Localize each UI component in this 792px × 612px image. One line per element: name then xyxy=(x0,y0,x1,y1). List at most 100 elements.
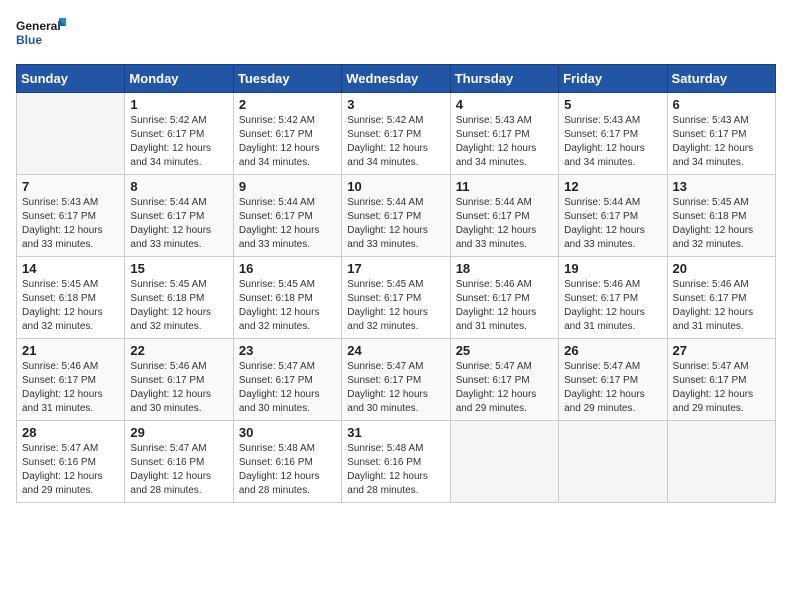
day-number: 20 xyxy=(673,261,770,276)
day-number: 27 xyxy=(673,343,770,358)
sunset-text: Sunset: 6:17 PM xyxy=(673,293,747,304)
day-number: 30 xyxy=(239,425,336,440)
sunrise-text: Sunrise: 5:46 AM xyxy=(673,279,749,290)
sunrise-text: Sunrise: 5:47 AM xyxy=(239,361,315,372)
sunrise-text: Sunrise: 5:45 AM xyxy=(347,279,423,290)
daylight-text: Daylight: 12 hours and 28 minutes. xyxy=(130,471,211,496)
calendar-cell: 13 Sunrise: 5:45 AM Sunset: 6:18 PM Dayl… xyxy=(667,175,775,257)
sunset-text: Sunset: 6:17 PM xyxy=(130,375,204,386)
cell-info: Sunrise: 5:47 AM Sunset: 6:16 PM Dayligh… xyxy=(22,442,119,498)
sunset-text: Sunset: 6:16 PM xyxy=(347,457,421,468)
sunset-text: Sunset: 6:17 PM xyxy=(456,375,530,386)
calendar-cell xyxy=(450,421,558,503)
sunrise-text: Sunrise: 5:47 AM xyxy=(673,361,749,372)
sunrise-text: Sunrise: 5:48 AM xyxy=(239,443,315,454)
calendar-cell: 14 Sunrise: 5:45 AM Sunset: 6:18 PM Dayl… xyxy=(17,257,125,339)
sunrise-text: Sunrise: 5:42 AM xyxy=(347,115,423,126)
cell-info: Sunrise: 5:45 AM Sunset: 6:18 PM Dayligh… xyxy=(130,278,227,334)
calendar-week-4: 21 Sunrise: 5:46 AM Sunset: 6:17 PM Dayl… xyxy=(17,339,776,421)
cell-info: Sunrise: 5:44 AM Sunset: 6:17 PM Dayligh… xyxy=(239,196,336,252)
sunrise-text: Sunrise: 5:44 AM xyxy=(564,197,640,208)
cell-info: Sunrise: 5:45 AM Sunset: 6:18 PM Dayligh… xyxy=(22,278,119,334)
calendar-cell: 15 Sunrise: 5:45 AM Sunset: 6:18 PM Dayl… xyxy=(125,257,233,339)
cell-info: Sunrise: 5:46 AM Sunset: 6:17 PM Dayligh… xyxy=(22,360,119,416)
daylight-text: Daylight: 12 hours and 32 minutes. xyxy=(347,307,428,332)
sunset-text: Sunset: 6:17 PM xyxy=(130,129,204,140)
cell-info: Sunrise: 5:47 AM Sunset: 6:16 PM Dayligh… xyxy=(130,442,227,498)
sunset-text: Sunset: 6:17 PM xyxy=(673,129,747,140)
cell-info: Sunrise: 5:42 AM Sunset: 6:17 PM Dayligh… xyxy=(347,114,444,170)
sunset-text: Sunset: 6:17 PM xyxy=(22,375,96,386)
logo: General Blue xyxy=(16,16,66,52)
calendar-week-1: 1 Sunrise: 5:42 AM Sunset: 6:17 PM Dayli… xyxy=(17,93,776,175)
sunset-text: Sunset: 6:17 PM xyxy=(564,375,638,386)
sunrise-text: Sunrise: 5:46 AM xyxy=(564,279,640,290)
daylight-text: Daylight: 12 hours and 31 minutes. xyxy=(673,307,754,332)
weekday-header-thursday: Thursday xyxy=(450,65,558,93)
calendar-cell: 25 Sunrise: 5:47 AM Sunset: 6:17 PM Dayl… xyxy=(450,339,558,421)
calendar-cell xyxy=(17,93,125,175)
day-number: 25 xyxy=(456,343,553,358)
calendar-cell: 2 Sunrise: 5:42 AM Sunset: 6:17 PM Dayli… xyxy=(233,93,341,175)
day-number: 21 xyxy=(22,343,119,358)
calendar-cell: 10 Sunrise: 5:44 AM Sunset: 6:17 PM Dayl… xyxy=(342,175,450,257)
day-number: 31 xyxy=(347,425,444,440)
sunset-text: Sunset: 6:17 PM xyxy=(347,129,421,140)
daylight-text: Daylight: 12 hours and 33 minutes. xyxy=(456,225,537,250)
day-number: 13 xyxy=(673,179,770,194)
weekday-header-monday: Monday xyxy=(125,65,233,93)
sunset-text: Sunset: 6:18 PM xyxy=(130,293,204,304)
sunset-text: Sunset: 6:17 PM xyxy=(456,211,530,222)
daylight-text: Daylight: 12 hours and 33 minutes. xyxy=(347,225,428,250)
day-number: 24 xyxy=(347,343,444,358)
sunset-text: Sunset: 6:16 PM xyxy=(22,457,96,468)
sunset-text: Sunset: 6:17 PM xyxy=(456,129,530,140)
day-number: 4 xyxy=(456,97,553,112)
calendar-cell: 22 Sunrise: 5:46 AM Sunset: 6:17 PM Dayl… xyxy=(125,339,233,421)
day-number: 19 xyxy=(564,261,661,276)
day-number: 2 xyxy=(239,97,336,112)
calendar-week-5: 28 Sunrise: 5:47 AM Sunset: 6:16 PM Dayl… xyxy=(17,421,776,503)
day-number: 26 xyxy=(564,343,661,358)
calendar-cell: 1 Sunrise: 5:42 AM Sunset: 6:17 PM Dayli… xyxy=(125,93,233,175)
cell-info: Sunrise: 5:44 AM Sunset: 6:17 PM Dayligh… xyxy=(130,196,227,252)
cell-info: Sunrise: 5:42 AM Sunset: 6:17 PM Dayligh… xyxy=(239,114,336,170)
calendar-cell: 3 Sunrise: 5:42 AM Sunset: 6:17 PM Dayli… xyxy=(342,93,450,175)
page-header: General Blue xyxy=(16,16,776,52)
sunset-text: Sunset: 6:16 PM xyxy=(130,457,204,468)
sunset-text: Sunset: 6:17 PM xyxy=(564,293,638,304)
day-number: 10 xyxy=(347,179,444,194)
sunrise-text: Sunrise: 5:43 AM xyxy=(456,115,532,126)
sunset-text: Sunset: 6:18 PM xyxy=(22,293,96,304)
calendar-cell: 11 Sunrise: 5:44 AM Sunset: 6:17 PM Dayl… xyxy=(450,175,558,257)
cell-info: Sunrise: 5:43 AM Sunset: 6:17 PM Dayligh… xyxy=(673,114,770,170)
daylight-text: Daylight: 12 hours and 33 minutes. xyxy=(564,225,645,250)
weekday-header-tuesday: Tuesday xyxy=(233,65,341,93)
cell-info: Sunrise: 5:43 AM Sunset: 6:17 PM Dayligh… xyxy=(564,114,661,170)
sunrise-text: Sunrise: 5:44 AM xyxy=(347,197,423,208)
daylight-text: Daylight: 12 hours and 33 minutes. xyxy=(130,225,211,250)
sunrise-text: Sunrise: 5:46 AM xyxy=(130,361,206,372)
cell-info: Sunrise: 5:44 AM Sunset: 6:17 PM Dayligh… xyxy=(564,196,661,252)
daylight-text: Daylight: 12 hours and 34 minutes. xyxy=(239,143,320,168)
sunrise-text: Sunrise: 5:47 AM xyxy=(456,361,532,372)
day-number: 11 xyxy=(456,179,553,194)
sunset-text: Sunset: 6:17 PM xyxy=(456,293,530,304)
daylight-text: Daylight: 12 hours and 34 minutes. xyxy=(564,143,645,168)
sunrise-text: Sunrise: 5:44 AM xyxy=(239,197,315,208)
sunrise-text: Sunrise: 5:45 AM xyxy=(239,279,315,290)
calendar-cell: 21 Sunrise: 5:46 AM Sunset: 6:17 PM Dayl… xyxy=(17,339,125,421)
daylight-text: Daylight: 12 hours and 34 minutes. xyxy=(130,143,211,168)
sunrise-text: Sunrise: 5:47 AM xyxy=(22,443,98,454)
daylight-text: Daylight: 12 hours and 34 minutes. xyxy=(347,143,428,168)
cell-info: Sunrise: 5:46 AM Sunset: 6:17 PM Dayligh… xyxy=(564,278,661,334)
sunrise-text: Sunrise: 5:47 AM xyxy=(130,443,206,454)
calendar-cell: 23 Sunrise: 5:47 AM Sunset: 6:17 PM Dayl… xyxy=(233,339,341,421)
day-number: 22 xyxy=(130,343,227,358)
sunrise-text: Sunrise: 5:44 AM xyxy=(130,197,206,208)
svg-text:Blue: Blue xyxy=(16,33,42,47)
sunset-text: Sunset: 6:17 PM xyxy=(239,129,313,140)
daylight-text: Daylight: 12 hours and 33 minutes. xyxy=(22,225,103,250)
sunset-text: Sunset: 6:17 PM xyxy=(347,293,421,304)
weekday-header-wednesday: Wednesday xyxy=(342,65,450,93)
